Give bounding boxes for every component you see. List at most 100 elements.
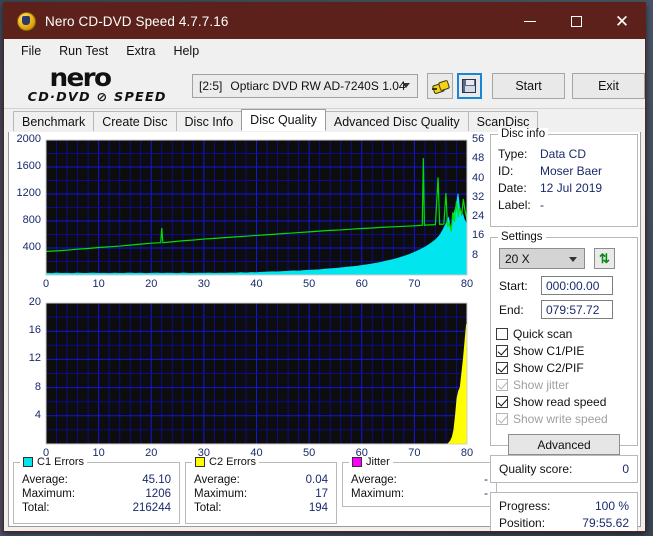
tab-advanced-disc-quality[interactable]: Advanced Disc Quality (324, 111, 469, 131)
stat-row: Total: 194 (186, 501, 336, 515)
menu-item-run-test[interactable]: Run Test (50, 41, 117, 61)
checkbox-box (496, 361, 508, 374)
c1-color-swatch (23, 457, 33, 467)
checkbox-label: Show read speed (513, 394, 607, 409)
drive-select[interactable]: [2:5] Optiarc DVD RW AD-7240S 1.04 (192, 73, 419, 98)
stat-key: Total: (194, 502, 222, 514)
c2-color-swatch (195, 457, 205, 467)
stat-key: Total: (22, 502, 50, 514)
menu-bar: File Run Test Extra Help (4, 39, 645, 63)
end-field[interactable]: 079:57.72 (541, 300, 613, 319)
checkbox-show-read-speed[interactable]: Show read speed (491, 393, 637, 410)
checkbox-box (496, 378, 508, 391)
disc-info-value: Moser Baer (540, 164, 603, 178)
checkbox-box (496, 412, 508, 425)
checkbox-show-c2-pif[interactable]: Show C2/PIF (491, 359, 637, 376)
end-label: End: (499, 302, 524, 317)
x-axis-tick-label: 70 (408, 447, 421, 459)
settings-caption: Settings (498, 231, 546, 243)
checkbox-box (496, 395, 508, 408)
disc-info-row: Date: 12 Jul 2019 (491, 180, 637, 197)
chevron-down-icon (402, 82, 411, 88)
start-button[interactable]: Start (492, 72, 566, 99)
stat-key: Average: (351, 474, 397, 486)
toolbar: nero CD·DVD ⊘ SPEED [2:5] Optiarc DVD RW … (4, 63, 645, 109)
jitter-stats: Jitter Average: - Maximum: - (342, 456, 497, 507)
y2-axis-tick-label: 56 (472, 133, 485, 145)
stat-value: 1206 (145, 488, 171, 500)
speed-select[interactable]: 20 X (499, 248, 585, 269)
x-axis-tick-label: 40 (250, 278, 263, 290)
c1-errors-chart: 400 800 1200 1600 2000 8 16 24 32 40 48 56 0 10 20 30 40… (13, 133, 497, 291)
maximize-button[interactable] (553, 3, 599, 39)
stat-row: Average: - (343, 473, 496, 487)
tab-disc-quality[interactable]: Disc Quality (241, 109, 326, 131)
charts-container: 400 800 1200 1600 2000 8 16 24 32 40 48 56 0 10 20 30 40… (13, 133, 497, 460)
y-axis-tick-label: 4 (34, 408, 41, 421)
c1-errors-caption: C1 Errors (20, 456, 88, 468)
minimize-button[interactable] (507, 3, 553, 39)
drive-index: [2:5] (199, 78, 223, 93)
x-axis-tick-label: 60 (355, 278, 368, 290)
stat-key: Average: (194, 474, 240, 486)
status-value: 79:55.62 (582, 516, 629, 530)
refresh-icon: ⇅ (599, 251, 610, 266)
x-axis-tick-label: 10 (92, 278, 105, 290)
status-key: Position: (499, 516, 546, 530)
y-axis-tick-label: 8 (34, 380, 41, 393)
c2-errors-stats: C2 Errors Average: 0.04 Maximum: 17 Total:… (185, 456, 337, 524)
drive-select-value: [2:5] Optiarc DVD RW AD-7240S 1.04 (193, 79, 406, 93)
error-stats-row: C1 Errors Average: 45.10 Maximum: 1206 Tot… (13, 456, 499, 524)
c2-errors-caption: C2 Errors (192, 456, 260, 468)
tab-create-disc[interactable]: Create Disc (93, 111, 177, 131)
y2-axis-tick-label: 32 (472, 190, 485, 203)
disc-info-key: ID: (498, 164, 514, 178)
quality-score-value: 0 (622, 461, 629, 476)
y-axis-tick-label: 20 (28, 296, 41, 308)
disc-info-row: Label: - (491, 197, 637, 214)
menu-item-extra[interactable]: Extra (117, 41, 164, 61)
menu-item-file[interactable]: File (12, 41, 50, 61)
stat-key: Average: (22, 474, 68, 486)
checkbox-quick-scan[interactable]: Quick scan (491, 325, 637, 342)
menu-item-help[interactable]: Help (164, 41, 208, 61)
stat-value: - (484, 488, 488, 500)
stat-row: Maximum: 1206 (14, 487, 179, 501)
refresh-button[interactable]: ⇅ (594, 248, 615, 269)
settings-group: Settings 20 X ⇅ Start: 000:00.00 End: 07… (490, 231, 638, 455)
tab-benchmark[interactable]: Benchmark (13, 111, 95, 131)
c2-errors-chart: 4 8 12 16 20 0 10 20 30 40 50 60 70 80 (13, 296, 497, 460)
checkbox-label: Show jitter (513, 377, 570, 392)
drive-name: Optiarc DVD RW AD-7240S 1.04 (230, 78, 406, 93)
checkbox-show-write-speed: Show write speed (491, 410, 637, 427)
x-axis-tick-label: 80 (460, 447, 474, 459)
status-row: Progress: 100 % (491, 498, 637, 515)
nero-disc-icon (17, 11, 36, 31)
stat-value: 194 (308, 502, 328, 514)
stat-key: Maximum: (194, 488, 248, 500)
close-button[interactable]: ✕ (599, 3, 645, 39)
disc-info-row: ID: Moser Baer (491, 163, 637, 180)
x-axis-tick-label: 70 (408, 278, 421, 290)
title-bar: Nero CD-DVD Speed 4.7.7.16 ✕ (4, 3, 645, 39)
tab-disc-info[interactable]: Disc Info (175, 111, 243, 131)
y-axis-tick-label: 400 (22, 241, 41, 253)
status-key: Progress: (499, 499, 551, 513)
checkbox-box (496, 344, 508, 357)
stat-key: Maximum: (351, 488, 405, 500)
advanced-button[interactable]: Advanced (508, 434, 620, 455)
status-row: Position: 79:55.62 (491, 515, 637, 531)
disc-info-value: 12 Jul 2019 (540, 181, 603, 195)
eject-disc-button[interactable] (427, 72, 453, 99)
speed-select-value: 20 X (505, 251, 530, 266)
disc-quality-panel: 400 800 1200 1600 2000 8 16 24 32 40 48 56 0 10 20 30 40… (8, 128, 641, 531)
stat-value: 0.04 (305, 474, 328, 486)
disc-info-caption: Disc info (498, 128, 549, 140)
save-results-button[interactable] (456, 72, 483, 99)
start-field[interactable]: 000:00.00 (541, 276, 613, 295)
checkbox-show-c1-pie[interactable]: Show C1/PIE (491, 342, 637, 359)
x-axis-tick-label: 30 (197, 278, 210, 290)
y-axis-tick-label: 1600 (16, 160, 41, 172)
exit-button[interactable]: Exit (572, 72, 645, 99)
y-axis-tick-label: 12 (28, 352, 41, 365)
